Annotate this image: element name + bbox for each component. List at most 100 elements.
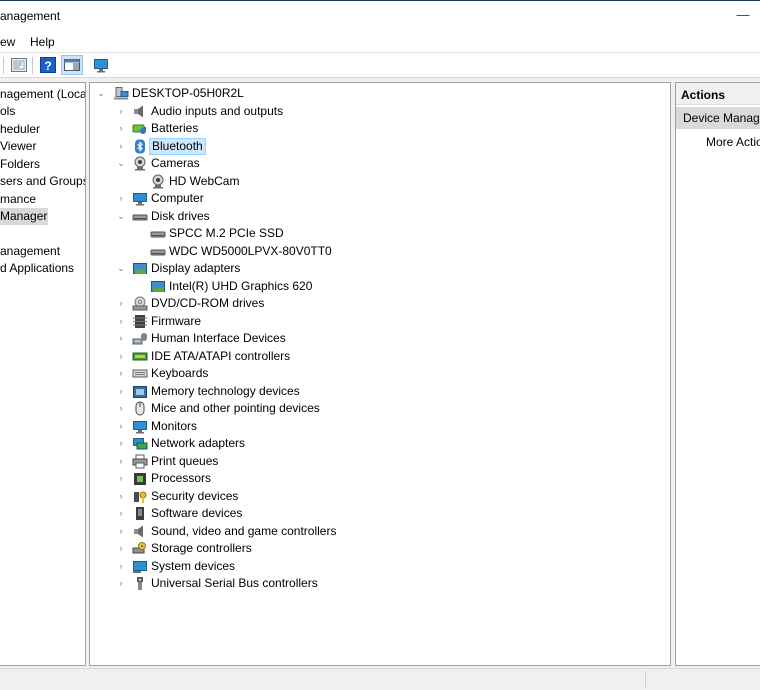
collapse-chevron-icon[interactable]: › xyxy=(116,418,126,435)
tree-item[interactable]: › Mice and other pointing devices xyxy=(90,400,670,417)
tree-item[interactable]: › Firmware xyxy=(90,313,670,330)
nav-item-system-tools[interactable]: ols xyxy=(0,103,15,120)
collapse-chevron-icon[interactable]: › xyxy=(116,313,126,330)
tree-item-label: SPCC M.2 PCIe SSD xyxy=(169,226,284,240)
tree-item[interactable]: Intel(R) UHD Graphics 620 xyxy=(90,278,670,295)
actions-header: Actions xyxy=(676,83,760,105)
properties-icon[interactable] xyxy=(10,56,28,74)
nav-item-services-applications[interactable]: d Applications xyxy=(0,260,74,277)
tree-item-label: WDC WD5000LPVX-80V0TT0 xyxy=(169,243,332,258)
nav-item-event-viewer[interactable]: Viewer xyxy=(0,138,36,155)
collapse-chevron-icon[interactable]: › xyxy=(116,453,126,470)
tree-item[interactable]: › Print queues xyxy=(90,453,670,470)
collapse-chevron-icon[interactable]: › xyxy=(116,138,126,155)
tree-item[interactable]: ⌄ Display adapters xyxy=(90,260,670,277)
tree-item[interactable]: SPCC M.2 PCIe SSD xyxy=(90,225,670,242)
actions-pane: Actions Device Manager More Actions xyxy=(675,82,760,666)
tree-item[interactable]: › IDE ATA/ATAPI controllers xyxy=(90,348,670,365)
show-hide-action-pane-icon[interactable] xyxy=(61,55,83,75)
tree-item-label: Disk drives xyxy=(151,208,210,223)
menu-view[interactable]: ew xyxy=(0,35,15,49)
tree-item[interactable]: › Human Interface Devices xyxy=(90,330,670,347)
tree-item[interactable]: › Sound, video and game controllers xyxy=(90,523,670,540)
tree-item[interactable]: › Universal Serial Bus controllers xyxy=(90,575,670,592)
webcam-icon xyxy=(132,156,148,171)
status-bar xyxy=(0,668,760,690)
display-adapter-icon xyxy=(132,261,148,276)
speaker-icon xyxy=(132,524,148,539)
expand-chevron-icon[interactable]: ⌄ xyxy=(116,208,126,225)
firmware-icon xyxy=(132,314,148,329)
collapse-chevron-icon[interactable]: › xyxy=(116,400,126,417)
tree-item[interactable]: ⌄ Cameras xyxy=(90,155,670,172)
tree-item[interactable]: › Software devices xyxy=(90,505,670,522)
tree-item[interactable]: HD WebCam xyxy=(90,173,670,190)
nav-item-shared-folders[interactable]: Folders xyxy=(0,156,40,173)
collapse-chevron-icon[interactable]: › xyxy=(116,348,126,365)
console-tree-pane[interactable]: nagement (Local) ols heduler Viewer Fold… xyxy=(0,82,86,666)
expand-chevron-icon[interactable]: ⌄ xyxy=(116,155,126,172)
device-tree-pane[interactable]: ⌄ DESKTOP-05H0R2L › Audio inputs and outp… xyxy=(89,82,671,666)
actions-section-device-manager[interactable]: Device Manager xyxy=(676,107,760,129)
printer-icon xyxy=(132,454,148,469)
disk-drive-icon xyxy=(150,244,166,259)
expand-chevron-icon[interactable]: ⌄ xyxy=(116,260,126,277)
collapse-chevron-icon[interactable]: › xyxy=(116,190,126,207)
mouse-icon xyxy=(132,401,148,416)
monitor-icon xyxy=(132,419,148,434)
webcam-icon xyxy=(150,174,166,189)
tree-item[interactable]: › Computer xyxy=(90,190,670,207)
collapse-chevron-icon[interactable]: › xyxy=(116,120,126,137)
collapse-chevron-icon[interactable]: › xyxy=(116,540,126,557)
tree-item-label: Keyboards xyxy=(151,366,209,380)
tree-item[interactable]: › Storage controllers xyxy=(90,540,670,557)
nav-item-computer-management[interactable]: nagement (Local) xyxy=(0,86,85,103)
collapse-chevron-icon[interactable]: › xyxy=(116,330,126,347)
tree-item[interactable]: › Security devices xyxy=(90,488,670,505)
tree-item[interactable]: › Memory technology devices xyxy=(90,383,670,400)
system-device-icon xyxy=(132,559,148,574)
collapse-chevron-icon[interactable]: › xyxy=(116,295,126,312)
help-icon[interactable]: ? xyxy=(39,56,57,74)
nav-item-performance[interactable]: mance xyxy=(0,191,36,208)
tree-item[interactable]: › Keyboards xyxy=(90,365,670,382)
collapse-chevron-icon[interactable]: › xyxy=(116,365,126,382)
tree-item[interactable]: › Network adapters xyxy=(90,435,670,452)
tree-item[interactable]: WDC WD5000LPVX-80V0TT0 xyxy=(90,243,670,260)
more-actions-link[interactable]: More Actions xyxy=(706,135,760,149)
memory-device-icon xyxy=(132,384,148,399)
collapse-chevron-icon[interactable]: › xyxy=(116,470,126,487)
tree-item-label: Human Interface Devices xyxy=(151,331,286,345)
minimize-button[interactable]: — xyxy=(733,5,753,25)
monitor-icon[interactable] xyxy=(92,56,110,74)
collapse-chevron-icon[interactable]: › xyxy=(116,505,126,522)
tree-item-label: Computer xyxy=(151,191,204,205)
collapse-chevron-icon[interactable]: › xyxy=(116,435,126,452)
computer-tree-icon xyxy=(113,86,129,101)
tree-item[interactable]: ⌄ Disk drives xyxy=(90,208,670,225)
tree-item[interactable]: › Processors xyxy=(90,470,670,487)
processor-icon xyxy=(132,471,148,486)
title-bar[interactable]: anagement — xyxy=(0,1,760,30)
nav-item-local-users-groups[interactable]: sers and Groups xyxy=(0,173,85,190)
tree-item[interactable]: › System devices xyxy=(90,558,670,575)
tree-item[interactable]: › Audio inputs and outputs xyxy=(90,103,670,120)
tree-item[interactable]: › DVD/CD-ROM drives xyxy=(90,295,670,312)
menu-help[interactable]: Help xyxy=(30,35,55,49)
tree-item[interactable]: › Monitors xyxy=(90,418,670,435)
tree-root[interactable]: ⌄ DESKTOP-05H0R2L xyxy=(90,85,670,102)
nav-item-task-scheduler[interactable]: heduler xyxy=(0,121,40,138)
nav-item-disk-management[interactable]: anagement xyxy=(0,243,60,260)
collapse-chevron-icon[interactable]: › xyxy=(116,488,126,505)
nav-item-device-manager[interactable]: Manager xyxy=(0,208,48,225)
tree-item[interactable]: › Bluetooth xyxy=(90,137,670,155)
tree-item-label: Network adapters xyxy=(151,436,246,450)
collapse-chevron-icon[interactable]: › xyxy=(116,523,126,540)
expand-chevron-icon[interactable]: ⌄ xyxy=(96,85,106,102)
tree-item-label: Memory technology devices xyxy=(151,383,300,398)
collapse-chevron-icon[interactable]: › xyxy=(116,383,126,400)
collapse-chevron-icon[interactable]: › xyxy=(116,103,126,120)
collapse-chevron-icon[interactable]: › xyxy=(116,558,126,575)
tree-item[interactable]: › Batteries xyxy=(90,120,670,137)
collapse-chevron-icon[interactable]: › xyxy=(116,575,126,592)
